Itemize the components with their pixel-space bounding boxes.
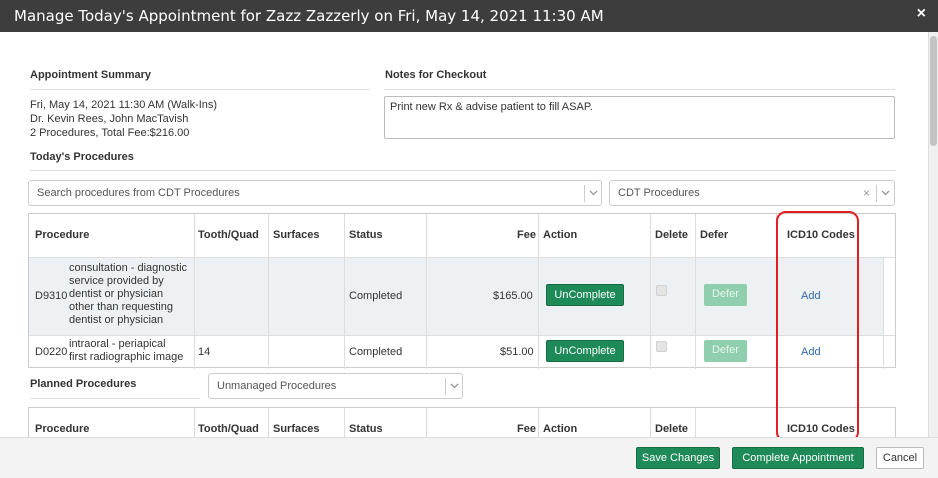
col-header-fee: Fee [517, 229, 536, 241]
planned-procedures-heading: Planned Procedures [30, 378, 137, 390]
notes-textarea[interactable]: Print new Rx & advise patient to fill AS… [384, 96, 895, 139]
description-line: consultation - diagnostic [69, 262, 188, 274]
defer-button[interactable]: Defer [704, 340, 747, 362]
col-header-procedure: Procedure [35, 229, 90, 241]
catalog-select[interactable]: CDT Procedures × [609, 180, 895, 206]
fee-value: $165.00 [493, 290, 533, 302]
scrollbar-thumb[interactable] [930, 36, 937, 146]
appointment-summary-heading: Appointment Summary [30, 69, 152, 81]
description-line: other than requesting [69, 301, 173, 313]
cancel-button[interactable]: Cancel [876, 447, 924, 469]
col-header-status: Status [349, 229, 383, 241]
defer-button[interactable]: Defer [704, 284, 747, 306]
description-line: intraoral - periapical [69, 338, 166, 350]
col-header-status: Status [349, 423, 383, 435]
procedure-search-placeholder: Search procedures from CDT Procedures [37, 187, 240, 199]
col-header-delete: Delete [655, 229, 689, 241]
col-divider [194, 214, 195, 369]
header-divider [29, 257, 895, 258]
uncomplete-button[interactable]: UnComplete [546, 284, 624, 306]
description-line: dentist or physician [69, 314, 164, 326]
close-icon[interactable]: × [917, 5, 926, 23]
planned-filter-select[interactable]: Unmanaged Procedures [208, 373, 463, 399]
uncomplete-button[interactable]: UnComplete [546, 340, 624, 362]
col-header-surfaces: Surfaces [273, 423, 320, 435]
tooth-value: 14 [198, 346, 211, 358]
chevron-down-icon[interactable] [880, 186, 892, 200]
chevron-down-icon[interactable] [588, 186, 600, 200]
summary-divider [30, 89, 370, 90]
col-header-action: Action [543, 423, 578, 435]
dialog-footer: Save Changes Complete Appointment Cancel [0, 437, 938, 478]
todays-divider [30, 170, 896, 171]
procedure-search-input[interactable]: Search procedures from CDT Procedures [28, 180, 602, 206]
col-divider [695, 214, 696, 369]
procedure-code: D0220 [35, 346, 68, 358]
col-header-surfaces: Surfaces [273, 229, 320, 241]
procedure-description: consultation - diagnostic service provid… [69, 262, 187, 327]
col-divider [538, 214, 539, 369]
col-header-tooth-quad: Tooth/Quad [198, 423, 259, 435]
notes-divider [384, 89, 895, 90]
select-separator [876, 185, 877, 202]
col-divider [426, 214, 427, 369]
description-line: service provided by [69, 275, 164, 287]
procedure-description: intraoral - periapical first radiographi… [69, 338, 183, 364]
col-divider [883, 257, 884, 369]
col-divider [268, 214, 269, 369]
summary-totals: 2 Procedures, Total Fee:$216.00 [30, 127, 190, 139]
status-value: Completed [349, 346, 403, 358]
notes-heading: Notes for Checkout [385, 69, 487, 81]
planned-filter-value: Unmanaged Procedures [217, 380, 337, 392]
col-header-action: Action [543, 229, 578, 241]
description-line: dentist or physician [69, 288, 164, 300]
select-separator [584, 185, 585, 202]
col-divider [650, 214, 651, 369]
complete-appointment-button[interactable]: Complete Appointment [732, 447, 864, 469]
save-changes-button[interactable]: Save Changes [636, 447, 720, 469]
vertical-scrollbar[interactable] [928, 32, 938, 437]
col-header-delete: Delete [655, 423, 689, 435]
dialog-title: Manage Today's Appointment for Zazz Zazz… [14, 7, 604, 25]
col-header-tooth-quad: Tooth/Quad [198, 229, 259, 241]
chevron-down-icon[interactable] [449, 379, 461, 393]
delete-checkbox[interactable] [656, 341, 667, 352]
catalog-selected-value: CDT Procedures [618, 187, 700, 199]
summary-providers: Dr. Kevin Rees, John MacTavish [30, 113, 189, 125]
procedure-code: D9310 [35, 290, 68, 302]
delete-checkbox[interactable] [656, 285, 667, 296]
todays-procedures-heading: Today's Procedures [30, 151, 134, 163]
col-divider [344, 214, 345, 369]
planned-divider [30, 398, 200, 399]
row-divider [29, 335, 895, 336]
clear-selection-icon[interactable]: × [863, 186, 870, 200]
todays-procedures-table: Procedure Tooth/Quad Surfaces Status Fee… [28, 213, 896, 369]
col-header-procedure: Procedure [35, 423, 90, 435]
status-value: Completed [349, 290, 403, 302]
summary-datetime: Fri, May 14, 2021 11:30 AM (Walk-Ins) [30, 99, 218, 111]
appointment-summary: Fri, May 14, 2021 11:30 AM (Walk-Ins) Dr… [30, 98, 217, 140]
icd10-highlight-annotation [776, 211, 859, 442]
dialog-titlebar: Manage Today's Appointment for Zazz Zazz… [0, 0, 938, 32]
description-line: first radiographic image [69, 351, 184, 363]
col-header-defer: Defer [700, 229, 729, 241]
col-header-fee: Fee [517, 423, 536, 435]
fee-value: $51.00 [500, 346, 534, 358]
select-separator [445, 378, 446, 395]
